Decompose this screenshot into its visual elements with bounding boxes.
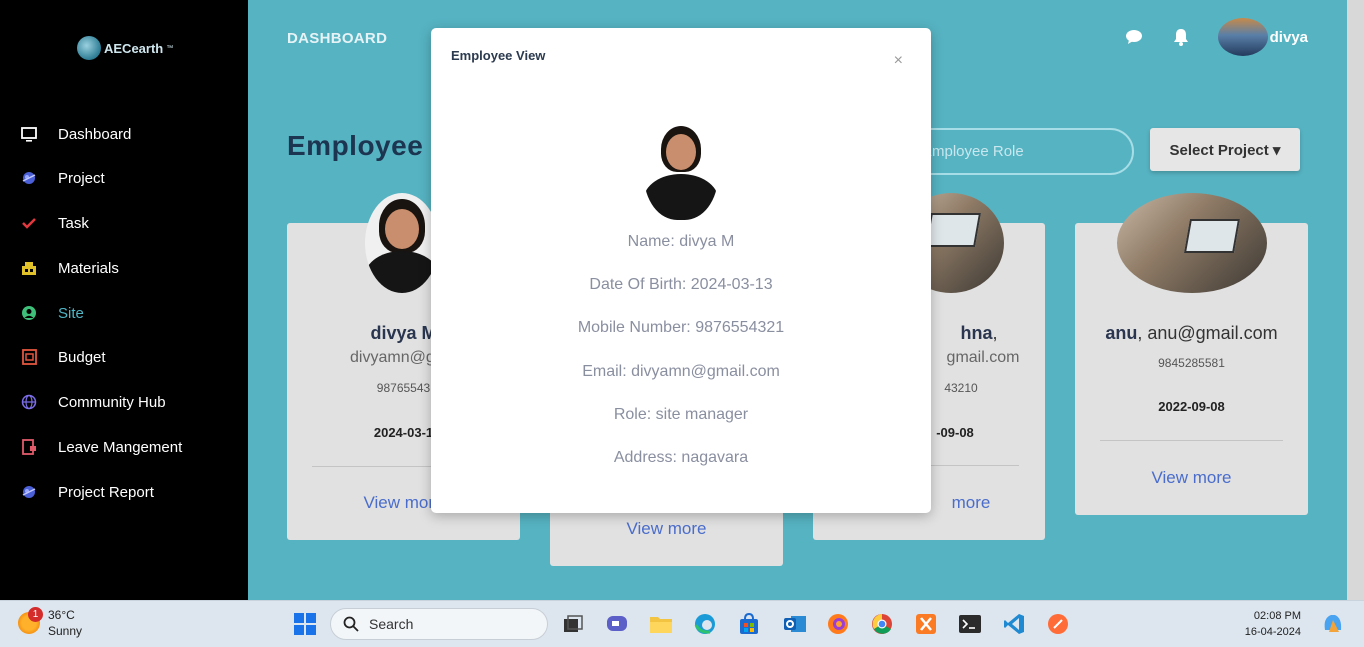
teams-chat-icon[interactable] — [602, 609, 632, 639]
divider — [1100, 440, 1283, 441]
notification-badge: 1 — [28, 607, 43, 622]
employee-name: anu, anu@gmail.com — [1105, 323, 1278, 343]
sidebar-item-label: Dashboard — [58, 125, 132, 143]
monitor-icon — [20, 125, 38, 143]
sidebar-item-materials[interactable]: Materials — [20, 257, 119, 279]
employee-email-line: Email: divyamn@gmail.com — [582, 363, 780, 380]
employee-view-modal: Employee View × Name: divya M Date Of Bi… — [431, 28, 931, 513]
employee-photo — [1117, 193, 1267, 293]
logo-tm: ™ — [166, 44, 174, 52]
employee-mobile-line: Mobile Number: 9876554321 — [577, 319, 785, 336]
copilot-icon[interactable] — [1318, 609, 1348, 639]
vscode-icon[interactable] — [999, 609, 1029, 639]
taskbar-search[interactable]: Search — [330, 608, 548, 640]
project-icon — [20, 169, 38, 187]
clock-date: 16-04-2024 — [1244, 626, 1301, 638]
postman-icon[interactable] — [1043, 609, 1073, 639]
divider — [931, 465, 1019, 466]
sidebar-item-community-hub[interactable]: Community Hub — [20, 391, 166, 413]
store-icon[interactable] — [734, 609, 764, 639]
user-circle-icon — [20, 304, 38, 322]
clock-time: 02:08 PM — [1253, 610, 1301, 622]
select-project-button[interactable]: Select Project ▾ — [1150, 128, 1300, 171]
chat-icon[interactable] — [1124, 27, 1144, 47]
outlook-icon[interactable] — [780, 609, 810, 639]
sidebar-item-label: Project Report — [58, 483, 154, 501]
sidebar-item-leave-management[interactable]: Leave Mangement — [20, 436, 182, 458]
system-clock[interactable]: 02:08 PM 16-04-2024 — [1245, 608, 1301, 640]
topbar-actions: divya — [1124, 18, 1308, 56]
sidebar-item-label: Budget — [58, 348, 106, 366]
taskbar: 1 36°C Sunny Search 02:08 PM 16-04-2024 — [0, 600, 1364, 647]
report-icon — [20, 483, 38, 501]
search-icon — [343, 616, 359, 632]
employee-dob-line: Date Of Birth: 2024-03-13 — [589, 276, 773, 293]
user-name: divya — [1269, 28, 1308, 46]
scrollbar[interactable] — [1347, 0, 1364, 600]
employee-photo — [644, 122, 718, 220]
firefox-icon[interactable] — [823, 609, 853, 639]
terminal-icon[interactable] — [955, 609, 985, 639]
employee-phone: 9845285581 — [1158, 356, 1225, 370]
employee-role-input[interactable] — [900, 128, 1134, 175]
sidebar-item-project[interactable]: Project — [20, 167, 105, 189]
page-heading: Employee D — [287, 130, 453, 161]
leave-icon — [20, 438, 38, 456]
task-view-icon[interactable] — [558, 609, 588, 639]
sidebar-item-label: Task — [58, 214, 89, 232]
logo-text: AECearth — [104, 40, 164, 56]
bell-icon[interactable] — [1171, 27, 1191, 47]
page-title: DASHBOARD — [287, 30, 388, 47]
sidebar-item-label: Project — [58, 169, 105, 187]
windows-start-icon[interactable] — [290, 609, 320, 639]
materials-icon — [20, 259, 38, 277]
chrome-icon[interactable] — [867, 609, 897, 639]
close-button[interactable]: × — [894, 52, 903, 70]
sidebar-item-task[interactable]: Task — [20, 212, 89, 234]
logo-globe-icon — [77, 36, 101, 60]
weather-temp: 36°C — [48, 608, 75, 622]
sidebar-item-site[interactable]: Site — [20, 302, 84, 324]
modal-title: Employee View — [451, 48, 546, 63]
employee-name-line: Name: divya M — [627, 233, 735, 250]
sun-icon: 1 — [18, 607, 43, 634]
sidebar-item-label: Community Hub — [58, 393, 166, 411]
sidebar-item-dashboard[interactable]: Dashboard — [20, 123, 131, 145]
sidebar-item-budget[interactable]: Budget — [20, 346, 106, 368]
weather-widget[interactable]: 1 36°C Sunny — [18, 607, 82, 639]
sidebar-item-label: Materials — [58, 259, 119, 277]
sidebar: AECearth ™ Dashboard Project Task Materi… — [0, 0, 248, 600]
employee-role-line: Role: site manager — [613, 406, 749, 423]
weather-desc: Sunny — [48, 624, 83, 638]
file-explorer-icon[interactable] — [646, 609, 676, 639]
app-logo[interactable]: AECearth ™ — [77, 36, 173, 60]
avatar — [1217, 18, 1268, 56]
budget-icon — [20, 348, 38, 366]
edge-browser-icon[interactable] — [690, 609, 720, 639]
view-more-link[interactable]: View more — [550, 519, 783, 539]
globe-icon — [20, 393, 38, 411]
sidebar-item-label: Leave Mangement — [58, 438, 183, 456]
check-icon — [20, 214, 38, 232]
sidebar-item-label: Site — [58, 304, 84, 322]
xampp-icon[interactable] — [911, 609, 941, 639]
sidebar-item-project-report[interactable]: Project Report — [20, 481, 154, 503]
employee-address-line: Address: nagavara — [613, 449, 749, 466]
employee-card: anu, anu@gmail.com 9845285581 2022-09-08… — [1075, 193, 1308, 515]
employee-photo — [365, 193, 439, 293]
user-menu[interactable]: divya — [1217, 18, 1308, 56]
view-more-link[interactable]: View more — [1075, 468, 1308, 488]
employee-date: 2022-09-08 — [1158, 399, 1225, 414]
search-label: Search — [369, 616, 414, 632]
